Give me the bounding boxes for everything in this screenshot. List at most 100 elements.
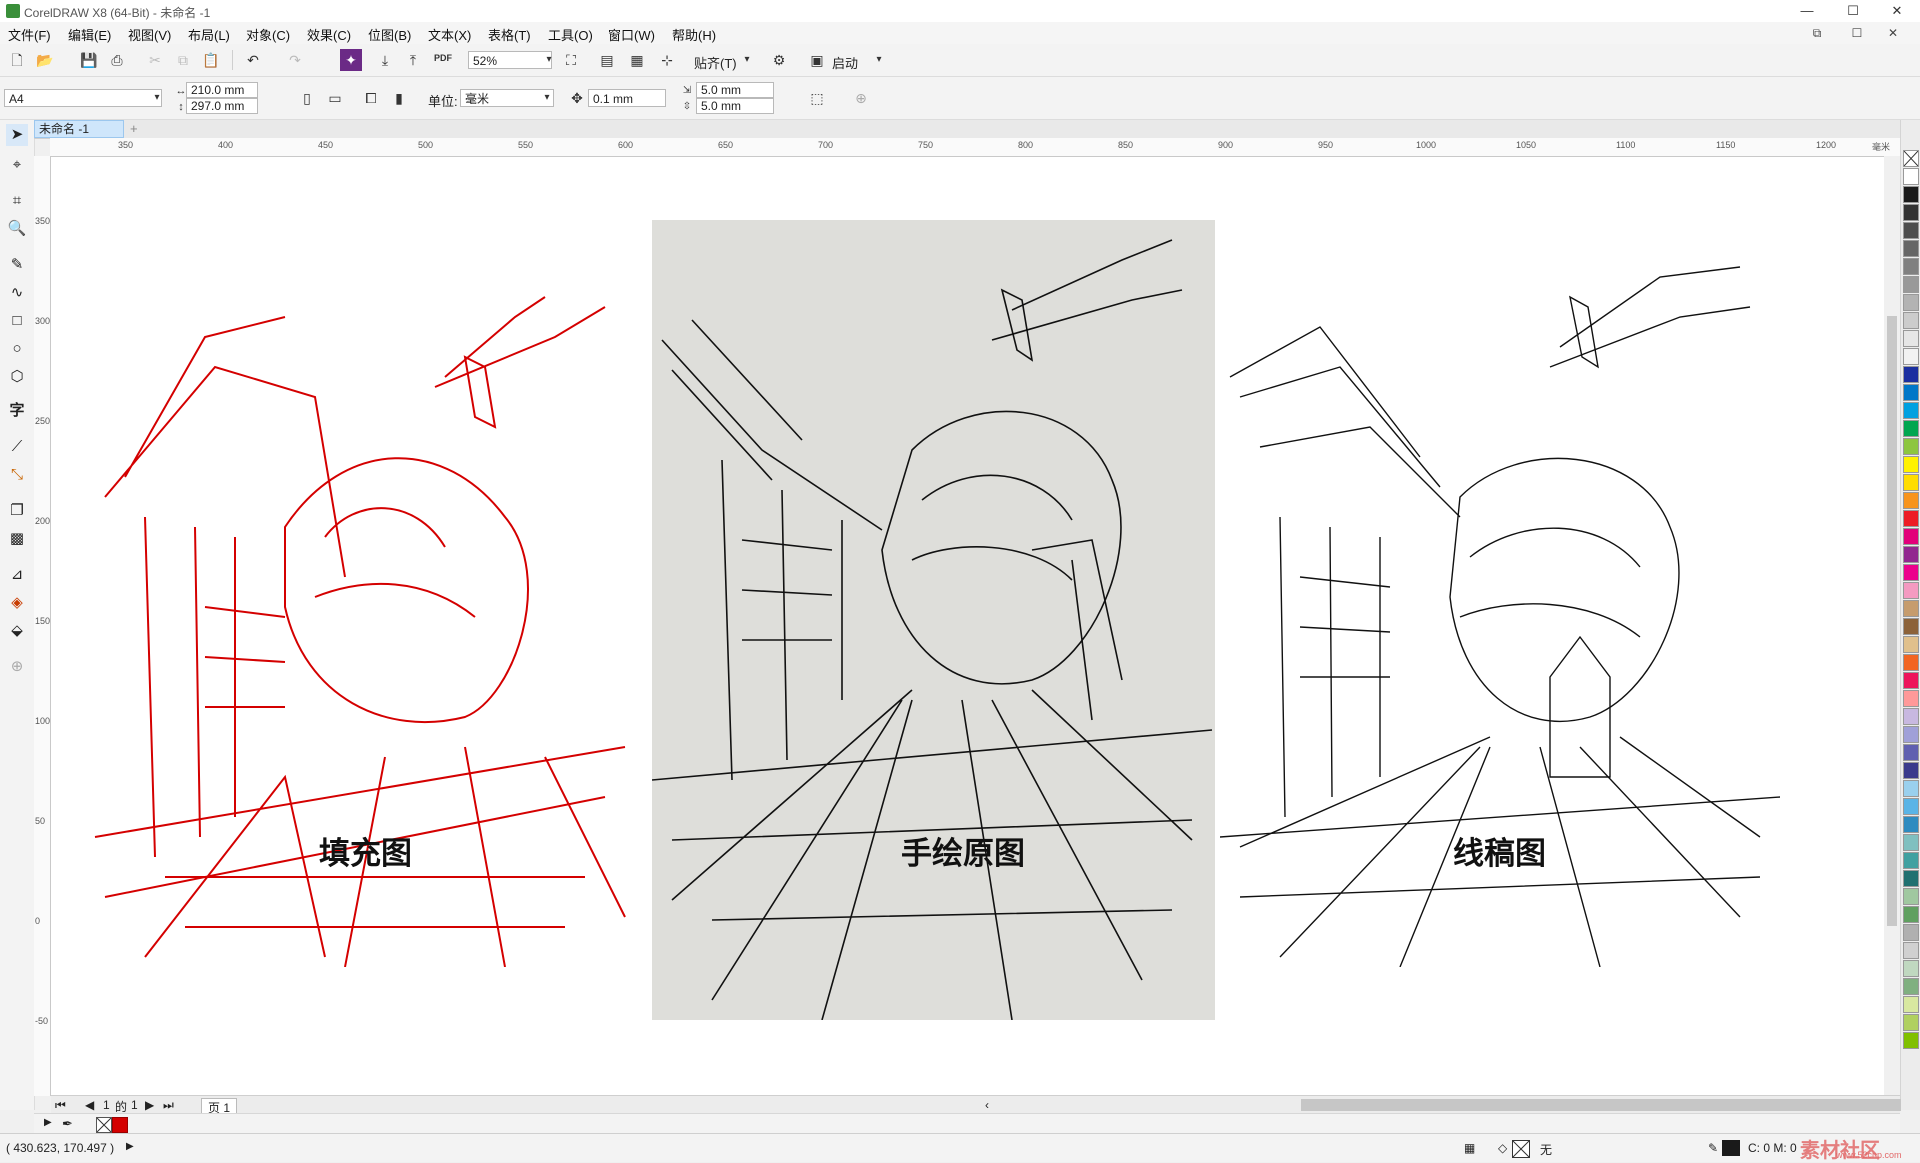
palette-swatch[interactable] <box>1903 582 1919 599</box>
palette-swatch[interactable] <box>1903 888 1919 905</box>
fill-none-swatch[interactable] <box>1512 1140 1530 1158</box>
palette-swatch[interactable] <box>1903 834 1919 851</box>
quick-customize-plus-icon[interactable]: ⊕ <box>6 656 28 678</box>
menu-object[interactable]: 对象(C) <box>246 25 290 44</box>
all-pages-icon[interactable]: ⧠ <box>360 87 382 109</box>
palette-swatch[interactable] <box>1903 564 1919 581</box>
menu-bitmaps[interactable]: 位图(B) <box>368 25 411 44</box>
scroll-left-icon[interactable]: ‹ <box>985 1098 989 1112</box>
vertical-ruler[interactable]: 350 300 250 200 150 100 50 0 -50 <box>34 156 51 1096</box>
options-gear-icon[interactable]: ⚙ <box>768 49 790 71</box>
doc-minimize-button[interactable]: ⧉ <box>1806 24 1828 42</box>
pick-tool-icon[interactable]: ➤ <box>6 124 28 146</box>
palette-swatch[interactable] <box>1903 798 1919 815</box>
palette-swatch[interactable] <box>1903 654 1919 671</box>
launch-dropdown[interactable]: 启动 <box>832 53 858 72</box>
palette-swatch[interactable] <box>1903 960 1919 977</box>
show-guidelines-icon[interactable]: ⊹ <box>656 49 678 71</box>
transparency-tool-icon[interactable]: ▩ <box>6 528 28 550</box>
menu-layout[interactable]: 布局(L) <box>188 25 230 44</box>
horizontal-ruler[interactable]: 350 400 450 500 550 600 650 700 750 800 … <box>50 138 1900 157</box>
palette-swatch[interactable] <box>1903 672 1919 689</box>
palette-swatch[interactable] <box>1903 312 1919 329</box>
portrait-orientation-icon[interactable]: ▯ <box>296 87 318 109</box>
smart-fill-tool-icon[interactable]: ⬙ <box>6 620 28 642</box>
menu-edit[interactable]: 编辑(E) <box>68 25 111 44</box>
save-icon[interactable]: 💾 <box>78 49 100 71</box>
crop-tool-icon[interactable]: ⌗ <box>6 190 28 212</box>
palette-swatch[interactable] <box>1903 294 1919 311</box>
palette-swatch[interactable] <box>1903 186 1919 203</box>
palette-swatch[interactable] <box>1903 402 1919 419</box>
text-tool-icon[interactable]: 字 <box>6 400 28 422</box>
palette-swatch[interactable] <box>1903 996 1919 1013</box>
eyedropper-tool-icon[interactable]: ⊿ <box>6 564 28 586</box>
ellipse-tool-icon[interactable]: ○ <box>6 338 28 360</box>
cut-icon[interactable]: ✂ <box>144 49 166 71</box>
launch-chevron-down-icon[interactable]: ▾ <box>868 49 890 71</box>
document-color-icon[interactable]: ▦ <box>1464 1141 1475 1155</box>
menu-view[interactable]: 视图(V) <box>128 25 171 44</box>
snap-to-dropdown[interactable]: 贴齐(T) <box>694 53 737 72</box>
first-page-icon[interactable]: ⏮ <box>55 1098 66 1113</box>
vertical-scroll-thumb[interactable] <box>1887 316 1897 926</box>
palette-swatch[interactable] <box>1903 240 1919 257</box>
interactive-fill-tool-icon[interactable]: ◈ <box>6 592 28 614</box>
export-icon[interactable]: ⤒ <box>402 49 424 71</box>
no-color-swatch[interactable] <box>96 1117 112 1133</box>
palette-swatch[interactable] <box>1903 492 1919 509</box>
duplicate-distance-y-field[interactable]: 5.0 mm <box>696 98 774 114</box>
menu-text[interactable]: 文本(X) <box>428 25 471 44</box>
units-chevron-down-icon[interactable]: ▾ <box>536 87 558 109</box>
menu-tools[interactable]: 工具(O) <box>548 25 593 44</box>
palette-swatch[interactable] <box>1903 384 1919 401</box>
palette-swatch[interactable] <box>1903 870 1919 887</box>
rectangle-tool-icon[interactable]: □ <box>6 310 28 332</box>
publish-pdf-icon[interactable]: PDF <box>432 47 454 69</box>
search-content-icon[interactable]: ✦ <box>340 49 362 71</box>
polygon-tool-icon[interactable]: ⬡ <box>6 366 28 388</box>
zoom-dropdown-chevron-icon[interactable]: ▾ <box>538 49 560 71</box>
copy-icon[interactable]: ⧉ <box>172 49 194 71</box>
status-arrow-icon[interactable]: ▶ <box>126 1141 134 1152</box>
palette-swatch[interactable] <box>1903 600 1919 617</box>
palette-swatch[interactable] <box>1903 942 1919 959</box>
palette-swatch[interactable] <box>1903 906 1919 923</box>
zoom-tool-icon[interactable]: 🔍 <box>6 218 28 240</box>
palette-swatch[interactable] <box>1903 924 1919 941</box>
new-document-icon[interactable]: 🗋 <box>6 49 28 71</box>
show-rulers-icon[interactable]: ▤ <box>596 49 618 71</box>
current-page-icon[interactable]: ▮ <box>388 87 410 109</box>
palette-swatch[interactable] <box>1903 456 1919 473</box>
palette-swatch[interactable] <box>1903 546 1919 563</box>
palette-swatch[interactable] <box>1903 258 1919 275</box>
maximize-button[interactable]: ☐ <box>1830 0 1876 22</box>
palette-swatch[interactable] <box>1903 780 1919 797</box>
palette-swatch[interactable] <box>1903 204 1919 221</box>
page-width-field[interactable]: 210.0 mm <box>186 82 258 98</box>
next-page-icon[interactable]: ▶ <box>145 1098 154 1112</box>
page-height-field[interactable]: 297.0 mm <box>186 98 258 114</box>
palette-arrow-icon[interactable]: ▶ <box>44 1117 52 1128</box>
horizontal-scroll-thumb[interactable] <box>1301 1099 1901 1111</box>
open-folder-icon[interactable]: 📂 <box>34 49 56 71</box>
menu-window[interactable]: 窗口(W) <box>608 25 655 44</box>
red-swatch[interactable] <box>112 1117 128 1133</box>
palette-swatch[interactable] <box>1903 438 1919 455</box>
palette-swatch[interactable] <box>1903 708 1919 725</box>
palette-swatch[interactable] <box>1903 1014 1919 1031</box>
hand-drawn-original-artwork[interactable] <box>652 220 1215 1020</box>
palette-swatch[interactable] <box>1903 978 1919 995</box>
tab-document[interactable]: 未命名 -1 <box>34 120 124 138</box>
drawing-canvas[interactable]: 填充图 手绘原图 线稿图 <box>51 157 1889 1095</box>
previous-page-icon[interactable]: ◀ <box>85 1098 94 1112</box>
bleed-border-icon[interactable]: ⬚ <box>806 87 828 109</box>
freehand-tool-icon[interactable]: ✎ <box>6 254 28 276</box>
outline-color-swatch[interactable] <box>1722 1140 1740 1156</box>
palette-swatch[interactable] <box>1903 276 1919 293</box>
landscape-orientation-icon[interactable]: ▭ <box>324 87 346 109</box>
palette-swatch[interactable] <box>1903 618 1919 635</box>
palette-swatch[interactable] <box>1903 168 1919 185</box>
print-icon[interactable]: ⎙ <box>106 49 128 71</box>
shape-tool-icon[interactable]: ⌖ <box>6 154 28 176</box>
